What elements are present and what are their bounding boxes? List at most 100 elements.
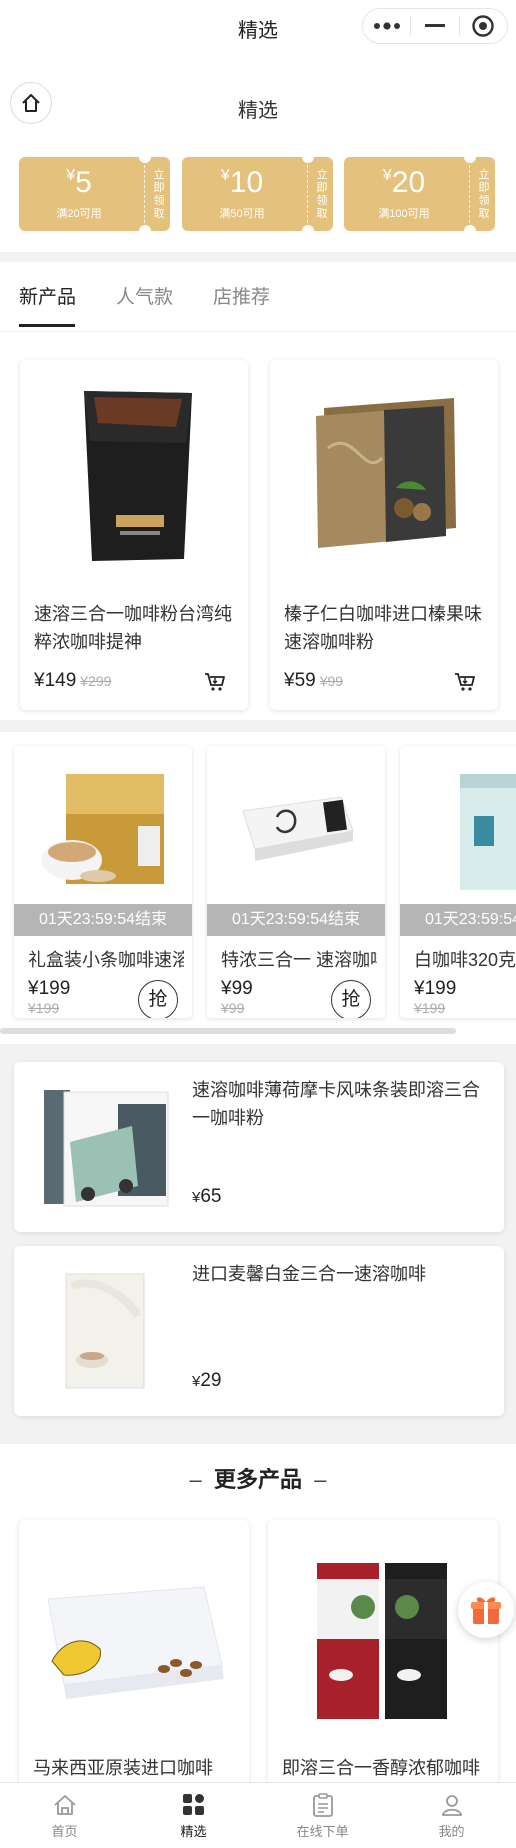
product-name: 榛子仁白咖啡进口榛果味 速溶咖啡粉 bbox=[284, 604, 482, 652]
coffee-gift-box-image bbox=[42, 774, 164, 884]
coffee-sachets-image bbox=[317, 1563, 447, 1719]
sale-price: ¥199 bbox=[414, 978, 457, 999]
tabbar-item-mine[interactable]: 我的 bbox=[387, 1783, 516, 1848]
more-product-card[interactable]: 即溶三合一香醇浓郁咖啡 bbox=[268, 1520, 498, 1800]
cart-icon bbox=[205, 673, 225, 691]
coupon-divider bbox=[144, 165, 145, 223]
coupon-amount: ¥5 bbox=[19, 165, 139, 201]
coupon-notch bbox=[302, 157, 314, 163]
clipboard-icon bbox=[312, 1793, 333, 1817]
floating-gift-button[interactable] bbox=[458, 1582, 514, 1638]
coupon-notch bbox=[302, 225, 314, 231]
product-card[interactable]: 速溶三合一咖啡粉台湾纯 粹浓咖啡提神 ¥149 ¥299 bbox=[20, 360, 248, 710]
coupon-row: ¥5 满20可用 立即领取 ¥10 满50可用 立即领取 ¥20 满100可用 … bbox=[0, 140, 516, 252]
tab-new-products[interactable]: 新产品 bbox=[19, 282, 76, 309]
flash-sale-card[interactable]: 01天23:59:54结束 白咖啡320克 ¥199 ¥199 抢 bbox=[400, 746, 516, 1018]
coupon-value: 20 bbox=[391, 166, 426, 199]
claim-coupon-button[interactable]: 立即领取 bbox=[315, 169, 329, 221]
currency-symbol: ¥ bbox=[382, 167, 392, 184]
coupon-notch bbox=[139, 157, 151, 163]
product-card[interactable]: 榛子仁白咖啡进口榛果味 速溶咖啡粉 ¥59 ¥99 bbox=[270, 360, 498, 710]
tab-popular[interactable]: 人气款 bbox=[116, 282, 173, 309]
tabbar-label: 精选 bbox=[180, 1824, 207, 1839]
coffee-bag-image bbox=[84, 390, 192, 561]
grab-button[interactable]: 抢 bbox=[331, 980, 371, 1018]
product-price: ¥149 ¥299 bbox=[34, 670, 111, 692]
flash-sale-card[interactable]: 01天23:59:54结束 礼盒装小条咖啡速溶 ¥199 ¥199 抢 bbox=[14, 746, 192, 1018]
minimize-button[interactable] bbox=[411, 9, 458, 43]
flash-sale-card[interactable]: 01天23:59:54结束 特浓三合一 速溶咖啡 ¥99 ¥99 抢 bbox=[207, 746, 385, 1018]
tabbar-item-home[interactable]: 首页 bbox=[0, 1783, 129, 1848]
white-coffee-box-image bbox=[460, 774, 516, 890]
product-name: 速溶三合一咖啡粉台湾纯 粹浓咖啡提神 bbox=[34, 604, 232, 652]
countdown-timer: 01天23:59:54结束 bbox=[207, 904, 385, 936]
product-image bbox=[14, 746, 192, 906]
product-name: 即溶三合一香醇浓郁咖啡 bbox=[282, 1758, 480, 1778]
currency-symbol: ¥ bbox=[66, 167, 76, 184]
tabbar-item-featured[interactable]: 精选 bbox=[129, 1783, 258, 1848]
section-title: – 更多产品 – bbox=[0, 1462, 516, 1494]
claim-coupon-button[interactable]: 立即领取 bbox=[152, 169, 166, 221]
user-icon bbox=[441, 1795, 462, 1816]
grid-icon bbox=[182, 1794, 204, 1815]
product-name: 特浓三合一 速溶咖啡 bbox=[221, 950, 377, 970]
horizontal-scrollbar[interactable] bbox=[0, 1028, 456, 1034]
close-program-button[interactable] bbox=[460, 9, 507, 43]
tabbar-item-order-online[interactable]: 在线下单 bbox=[258, 1783, 387, 1848]
product-image bbox=[26, 1076, 176, 1218]
coupon-notch bbox=[464, 157, 476, 163]
minimize-icon bbox=[424, 24, 445, 27]
product-name: 白咖啡320克 bbox=[414, 950, 516, 970]
product-image bbox=[34, 370, 234, 575]
coupon-value: 5 bbox=[75, 166, 92, 199]
sale-price: ¥199 bbox=[28, 978, 71, 999]
currency-symbol: ¥ bbox=[220, 167, 230, 184]
claim-coupon-button[interactable]: 立即领取 bbox=[477, 169, 491, 221]
coupon-notch bbox=[139, 225, 151, 231]
coupon-condition: 满20可用 bbox=[56, 208, 102, 220]
gift-box-image bbox=[316, 397, 456, 548]
original-price: ¥199 bbox=[414, 1000, 446, 1016]
add-to-cart-button[interactable] bbox=[204, 672, 226, 697]
more-dots-icon bbox=[373, 22, 400, 30]
product-image bbox=[278, 1540, 488, 1740]
more-product-card[interactable]: 马来西亚原装进口咖啡 bbox=[19, 1520, 249, 1800]
coupon-amount: ¥10 bbox=[182, 165, 302, 201]
product-price: ¥65 bbox=[192, 1186, 221, 1208]
window-titlebar: 精选 bbox=[0, 0, 516, 54]
grab-button[interactable]: 抢 bbox=[138, 980, 178, 1018]
add-to-cart-button[interactable] bbox=[454, 672, 476, 697]
product-price: ¥59 ¥99 bbox=[284, 670, 343, 692]
coupon-card[interactable]: ¥10 满50可用 立即领取 bbox=[182, 157, 333, 231]
white-box-image bbox=[242, 796, 354, 861]
more-products-section: – 更多产品 – 马来西亚原装进口咖啡 即溶三合一香醇浓郁咖啡 bbox=[0, 1444, 516, 1800]
coupon-divider bbox=[469, 165, 470, 223]
original-price: ¥99 bbox=[319, 673, 344, 689]
coupon-divider bbox=[307, 165, 308, 223]
page-title: 精选 bbox=[238, 100, 278, 122]
coupon-card[interactable]: ¥20 满100可用 立即领取 bbox=[344, 157, 495, 231]
list-product-card[interactable]: 进口麦馨白金三合一速溶咖啡 ¥29 bbox=[14, 1246, 504, 1416]
original-price: ¥199 bbox=[28, 1000, 60, 1016]
coffee-sticks-box-image bbox=[44, 1090, 169, 1207]
tabbar-label: 首页 bbox=[51, 1824, 78, 1839]
product-name: 速溶咖啡薄荷摩卡风味条装即溶三合 一咖啡粉 bbox=[192, 1080, 480, 1128]
list-product-card[interactable]: 速溶咖啡薄荷摩卡风味条装即溶三合 一咖啡粉 ¥65 bbox=[14, 1062, 504, 1232]
active-tab-indicator bbox=[19, 324, 75, 327]
sale-price: ¥149 bbox=[34, 670, 77, 691]
product-image bbox=[400, 746, 516, 906]
coupon-value: 10 bbox=[229, 166, 264, 199]
coupon-amount: ¥20 bbox=[344, 165, 464, 201]
coupon-card[interactable]: ¥5 满20可用 立即领取 bbox=[19, 157, 170, 231]
product-image bbox=[207, 746, 385, 906]
product-image bbox=[29, 1540, 239, 1740]
product-name: 马来西亚原装进口咖啡 bbox=[33, 1758, 213, 1778]
more-options-button[interactable] bbox=[363, 9, 410, 43]
product-image bbox=[284, 370, 484, 575]
product-price: ¥29 bbox=[192, 1370, 221, 1392]
cart-icon bbox=[455, 673, 475, 691]
product-grid: 速溶三合一咖啡粉台湾纯 粹浓咖啡提神 ¥149 ¥299 榛子仁白咖啡进口榛果味 … bbox=[0, 332, 516, 720]
tabbar-label: 我的 bbox=[438, 1824, 465, 1839]
sale-price: 29 bbox=[200, 1370, 222, 1391]
tab-store-recommend[interactable]: 店推荐 bbox=[213, 282, 270, 309]
